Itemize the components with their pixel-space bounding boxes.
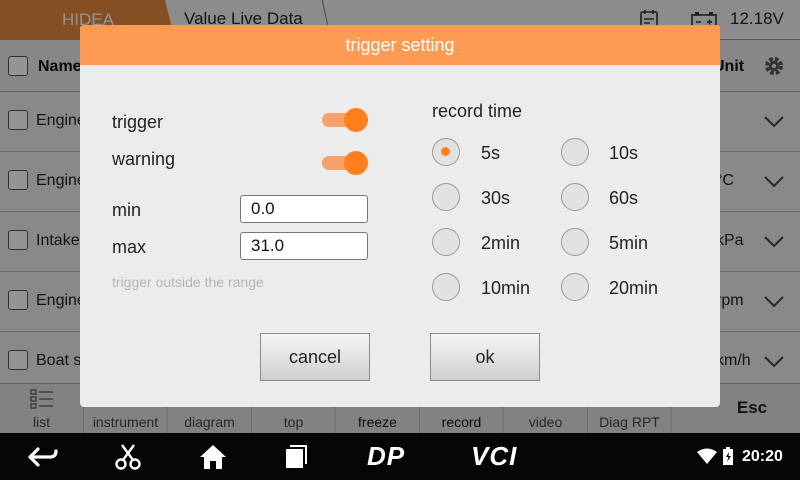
min-input[interactable] — [240, 195, 368, 223]
radio-10s-label: 10s — [609, 143, 639, 163]
radio-2min[interactable] — [432, 228, 460, 256]
radio-5s[interactable] — [432, 138, 460, 166]
radio-5min-label: 5min — [609, 233, 649, 253]
radio-2min-label: 2min — [481, 233, 521, 253]
warning-switch-knob — [344, 151, 368, 175]
trigger-setting-dialog: trigger setting trigger warning min max … — [80, 25, 720, 407]
radio-60s[interactable] — [561, 183, 589, 211]
radio-30s[interactable] — [432, 183, 460, 211]
max-label: max — [112, 237, 147, 257]
warning-switch[interactable] — [322, 151, 368, 175]
radio-10min[interactable] — [432, 273, 460, 301]
scissors-icon[interactable] — [112, 443, 144, 471]
status-clock: 20:20 — [742, 448, 783, 465]
dp-button[interactable]: DP — [367, 441, 405, 472]
radio-20min[interactable] — [561, 273, 589, 301]
warning-label: warning — [112, 149, 176, 169]
cancel-button[interactable]: cancel — [260, 333, 370, 381]
wifi-icon — [697, 448, 717, 464]
trigger-label: trigger — [112, 112, 164, 132]
record-time-label: record time — [432, 101, 523, 121]
radio-5s-label: 5s — [481, 143, 501, 163]
min-label: min — [112, 200, 142, 220]
back-icon[interactable] — [24, 443, 60, 471]
range-hint: trigger outside the range — [112, 274, 264, 290]
system-navbar: DP VCI 20:20 — [0, 433, 800, 480]
vci-button[interactable]: VCI — [471, 441, 517, 472]
radio-60s-label: 60s — [609, 188, 639, 208]
recent-apps-icon[interactable] — [282, 443, 310, 471]
radio-10s[interactable] — [561, 138, 589, 166]
trigger-switch-knob — [344, 108, 368, 132]
radio-30s-label: 30s — [481, 188, 511, 208]
trigger-switch[interactable] — [322, 108, 368, 132]
radio-5min[interactable] — [561, 228, 589, 256]
max-input[interactable] — [240, 232, 368, 260]
ok-button[interactable]: ok — [430, 333, 540, 381]
battery-status-icon — [723, 447, 733, 465]
home-icon[interactable] — [198, 443, 228, 471]
radio-10min-label: 10min — [481, 278, 531, 298]
radio-20min-label: 20min — [609, 278, 659, 298]
dialog-title: trigger setting — [80, 25, 720, 65]
